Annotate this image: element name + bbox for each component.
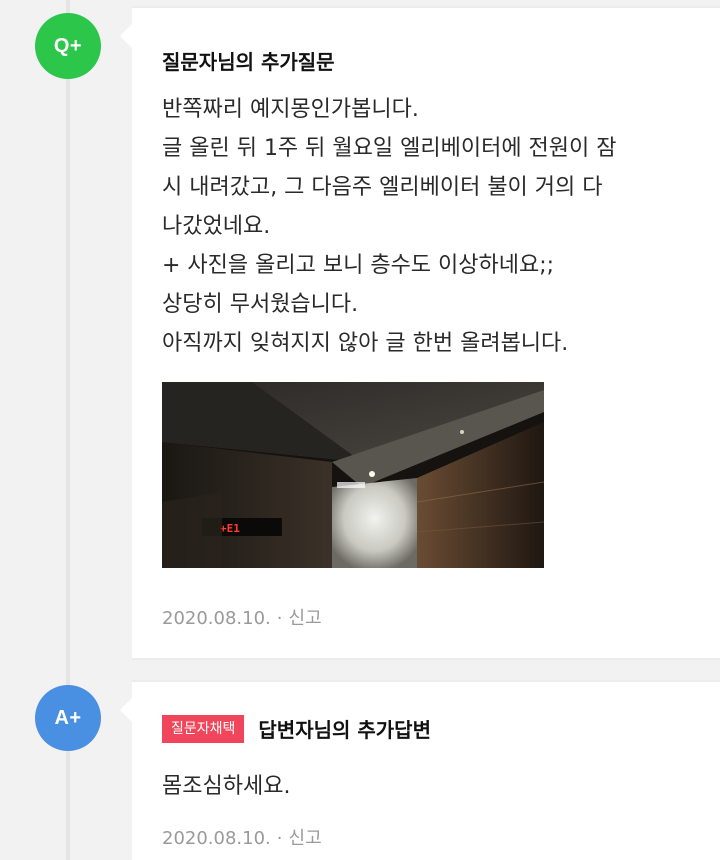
- question-followup-badge: Q+: [35, 13, 101, 79]
- body-line: + 사진을 올리고 보니 층수도 이상하네요;;: [162, 253, 555, 278]
- body-line: 아직까지 잊혀지지 않아 글 한번 올려봅니다.: [162, 331, 569, 356]
- body-line: 글 올린 뒤 1주 뒤 월요일 엘리베이터에 전원이 잠: [162, 136, 617, 161]
- question-followup-title: 질문자님의 추가질문: [162, 50, 335, 74]
- body-line: 나갔었네요.: [162, 214, 271, 239]
- elevator-photo-graphic: +E1: [162, 382, 544, 568]
- question-followup-body: 반쪽짜리 예지몽인가봅니다. 글 올린 뒤 1주 뒤 월요일 엘리베이터에 전원…: [162, 90, 720, 363]
- post-date: 2020.08.10.: [162, 828, 271, 849]
- answer-followup-badge: A+: [35, 685, 101, 751]
- question-followup-meta: 2020.08.10. · 신고: [162, 604, 322, 630]
- report-link[interactable]: 신고: [289, 828, 322, 849]
- elevator-photo[interactable]: +E1: [162, 382, 544, 568]
- answer-followup-title: 답변자님의 추가답변: [258, 718, 431, 742]
- answer-followup-body: 몸조심하세요.: [162, 774, 291, 799]
- meta-separator: ·: [276, 828, 283, 849]
- elevator-floor-display: +E1: [220, 522, 240, 535]
- answer-followup-card: 질문자채택 답변자님의 추가답변 몸조심하세요. 2020.08.10. · 신고: [120, 680, 720, 860]
- report-link[interactable]: 신고: [289, 608, 322, 629]
- body-line: 반쪽짜리 예지몽인가봅니다.: [162, 97, 419, 122]
- chosen-answer-tag: 질문자채택: [162, 714, 245, 743]
- body-line: 시 내려갔고, 그 다음주 엘리베이터 불이 거의 다: [162, 175, 603, 200]
- answer-followup-header: 질문자채택 답변자님의 추가답변: [162, 714, 431, 743]
- meta-separator: ·: [276, 608, 283, 629]
- question-followup-card: 질문자님의 추가질문 반쪽짜리 예지몽인가봅니다. 글 올린 뒤 1주 뒤 월요…: [120, 6, 720, 660]
- answer-followup-meta: 2020.08.10. · 신고: [162, 824, 322, 850]
- post-date: 2020.08.10.: [162, 608, 271, 629]
- body-line: 상당히 무서웠습니다.: [162, 292, 359, 317]
